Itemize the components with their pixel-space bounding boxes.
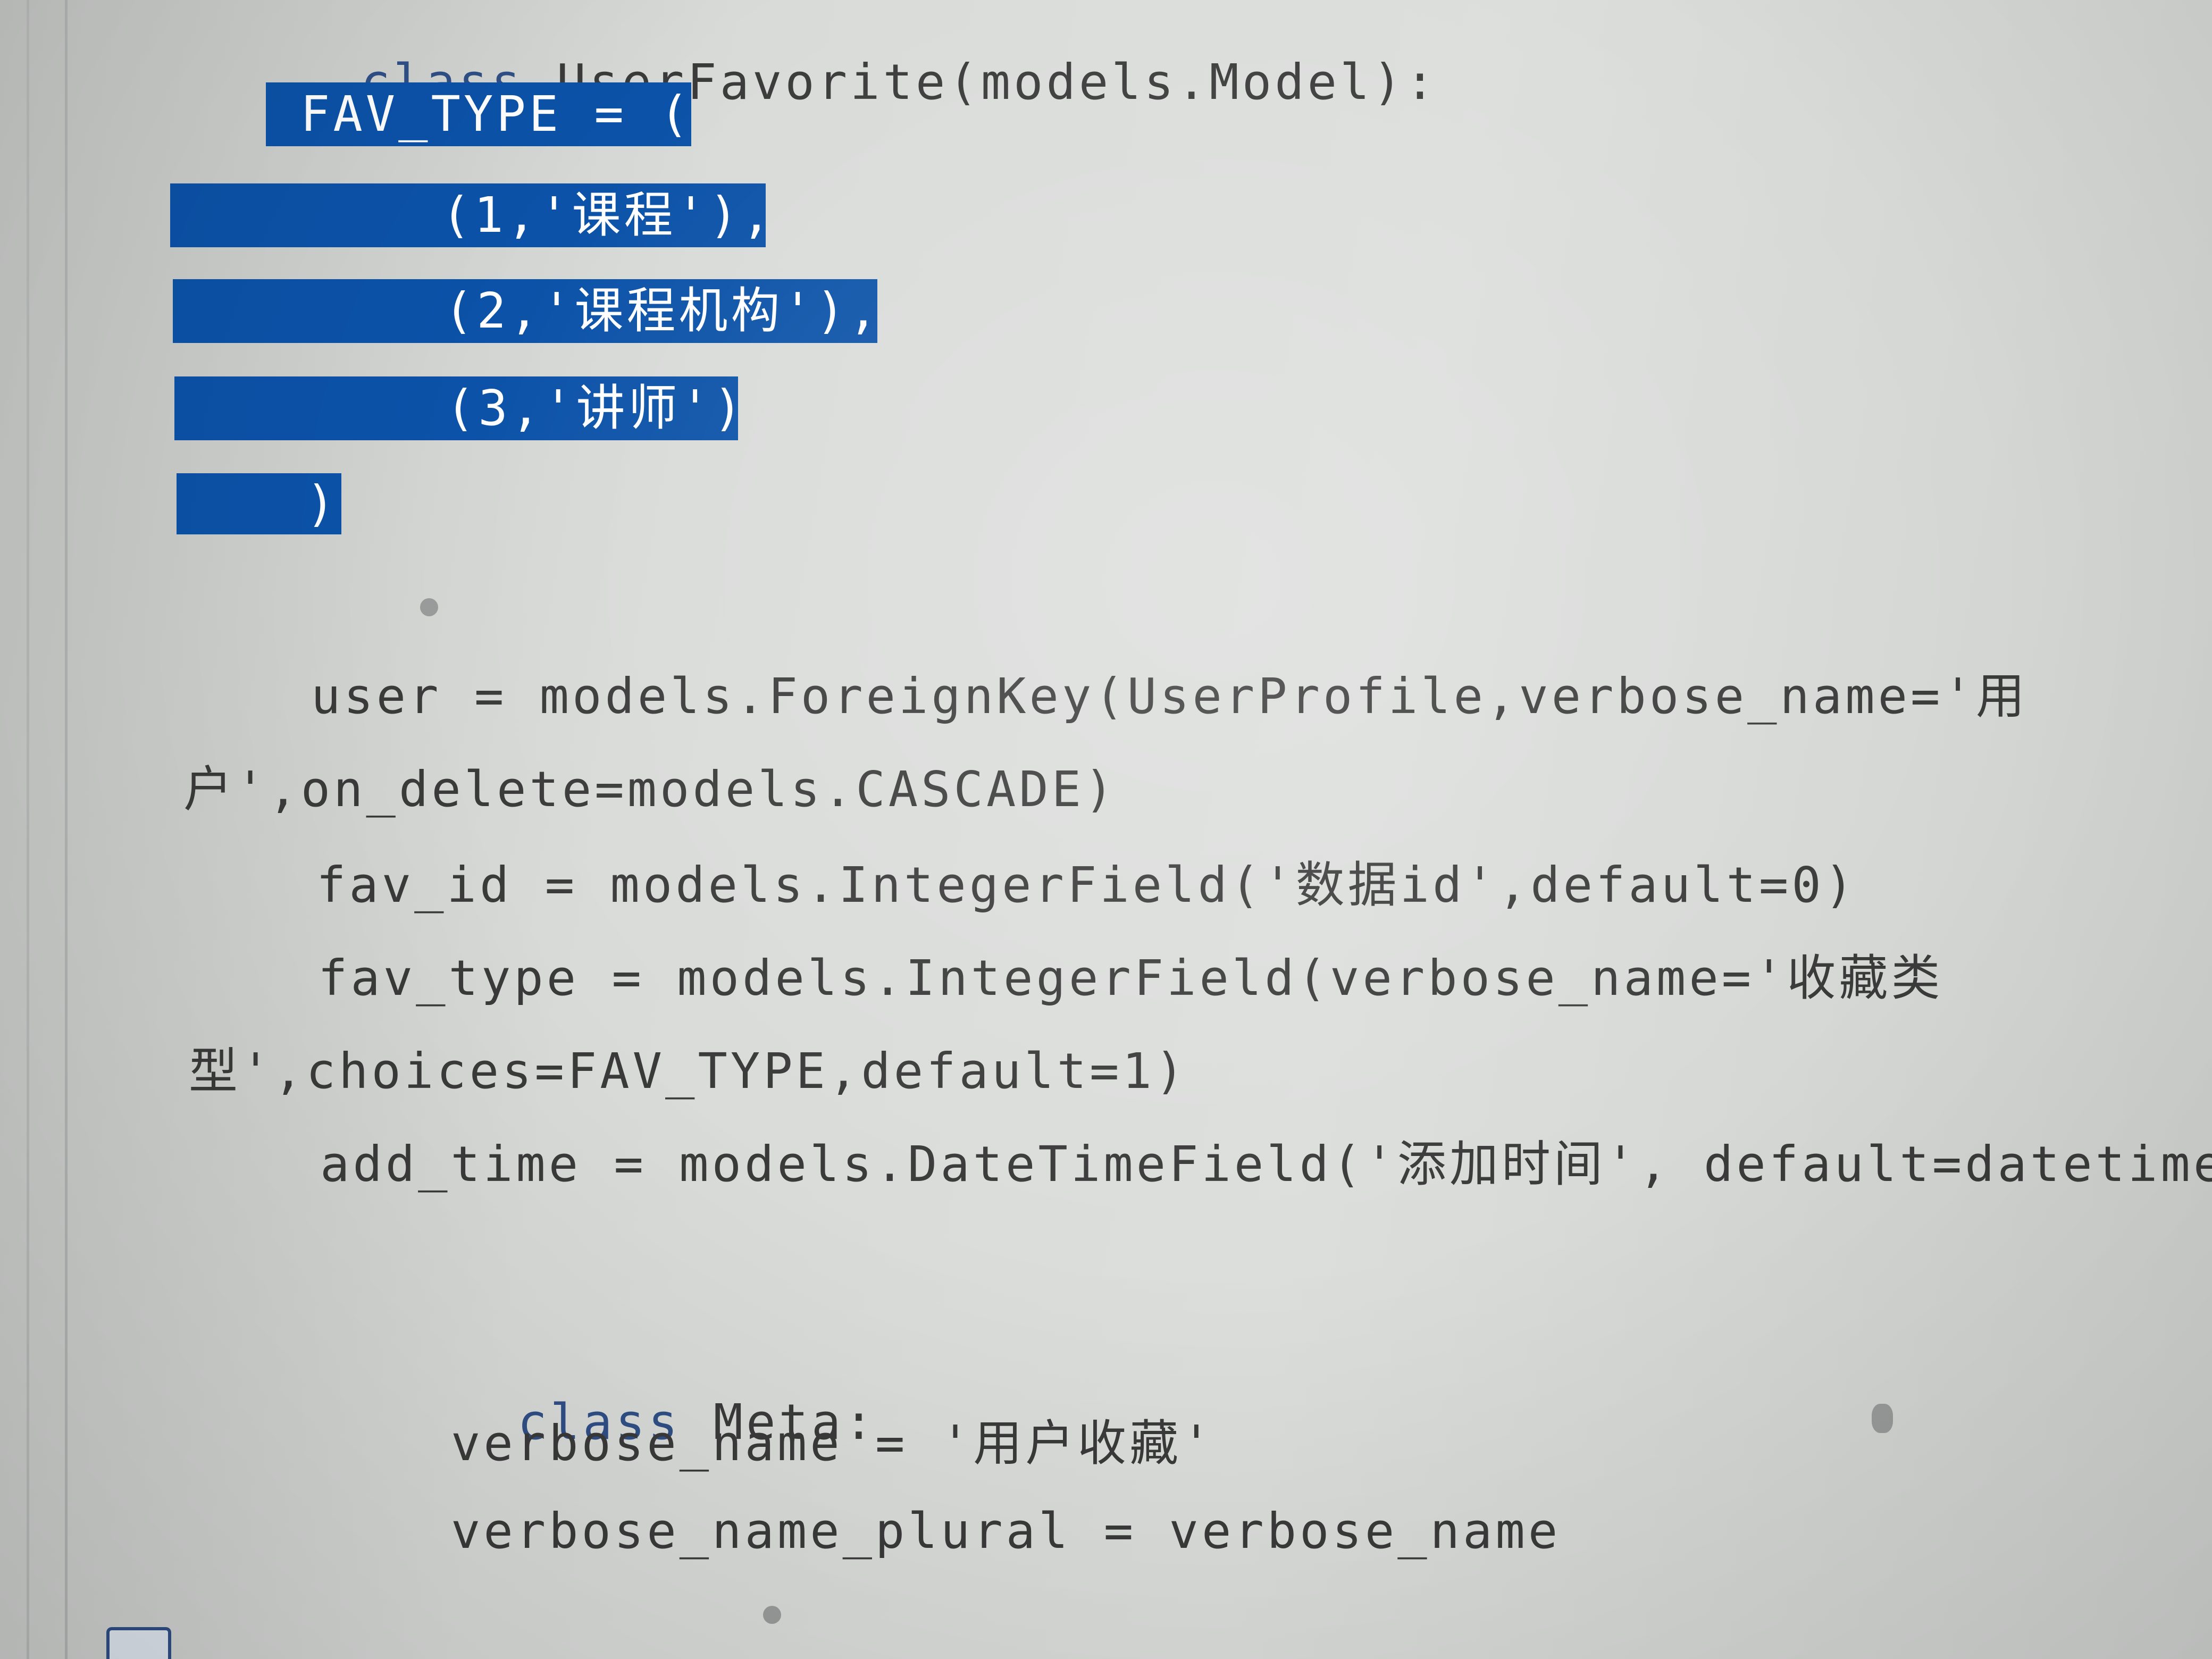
screen-speck — [1872, 1404, 1893, 1433]
code-line-fav-type-b: 型',choices=FAV_TYPE,default=1) — [189, 1043, 1188, 1100]
code-line-fav-type-item3: (3,'讲师') — [446, 380, 746, 437]
code-line-fav-type-open: FAV_TYPE = ( — [300, 86, 692, 143]
code-line-fav-type-item2: (2,'课程机构'), — [444, 282, 881, 339]
code-line-verbose-name-plural: verbose_name_plural = verbose_name — [451, 1503, 1561, 1560]
code-line-add-time: add_time = models.DateTimeField('添加时间', … — [320, 1136, 2212, 1193]
code-line-fav-type-item1: (1,'课程'), — [441, 187, 774, 244]
code-line-user-a: user = models.ForeignKey(UserProfile,ver… — [311, 668, 2028, 725]
code-line-user-b: 户',on_delete=models.CASCADE) — [183, 761, 1117, 818]
code-line-fav-type-close: ) — [306, 475, 339, 532]
code-line-fav-type-a: fav_type = models.IntegerField(verbose_n… — [318, 950, 1943, 1007]
code-line-verbose-name: verbose_name = '用户收藏' — [451, 1415, 1214, 1472]
screen-speck — [763, 1606, 781, 1624]
screen-speck — [420, 598, 438, 616]
code-line-class-decl: class UserFavorite(models.Model): — [165, 0, 1438, 111]
taskbar-app-icon[interactable] — [106, 1627, 171, 1659]
code-line-fav-id: fav_id = models.IntegerField('数据id',defa… — [316, 857, 1857, 914]
code-editor-screen: class UserFavorite(models.Model): FAV_TY… — [0, 0, 2212, 1659]
code-line-meta-decl: class Meta: — [322, 1319, 877, 1451]
